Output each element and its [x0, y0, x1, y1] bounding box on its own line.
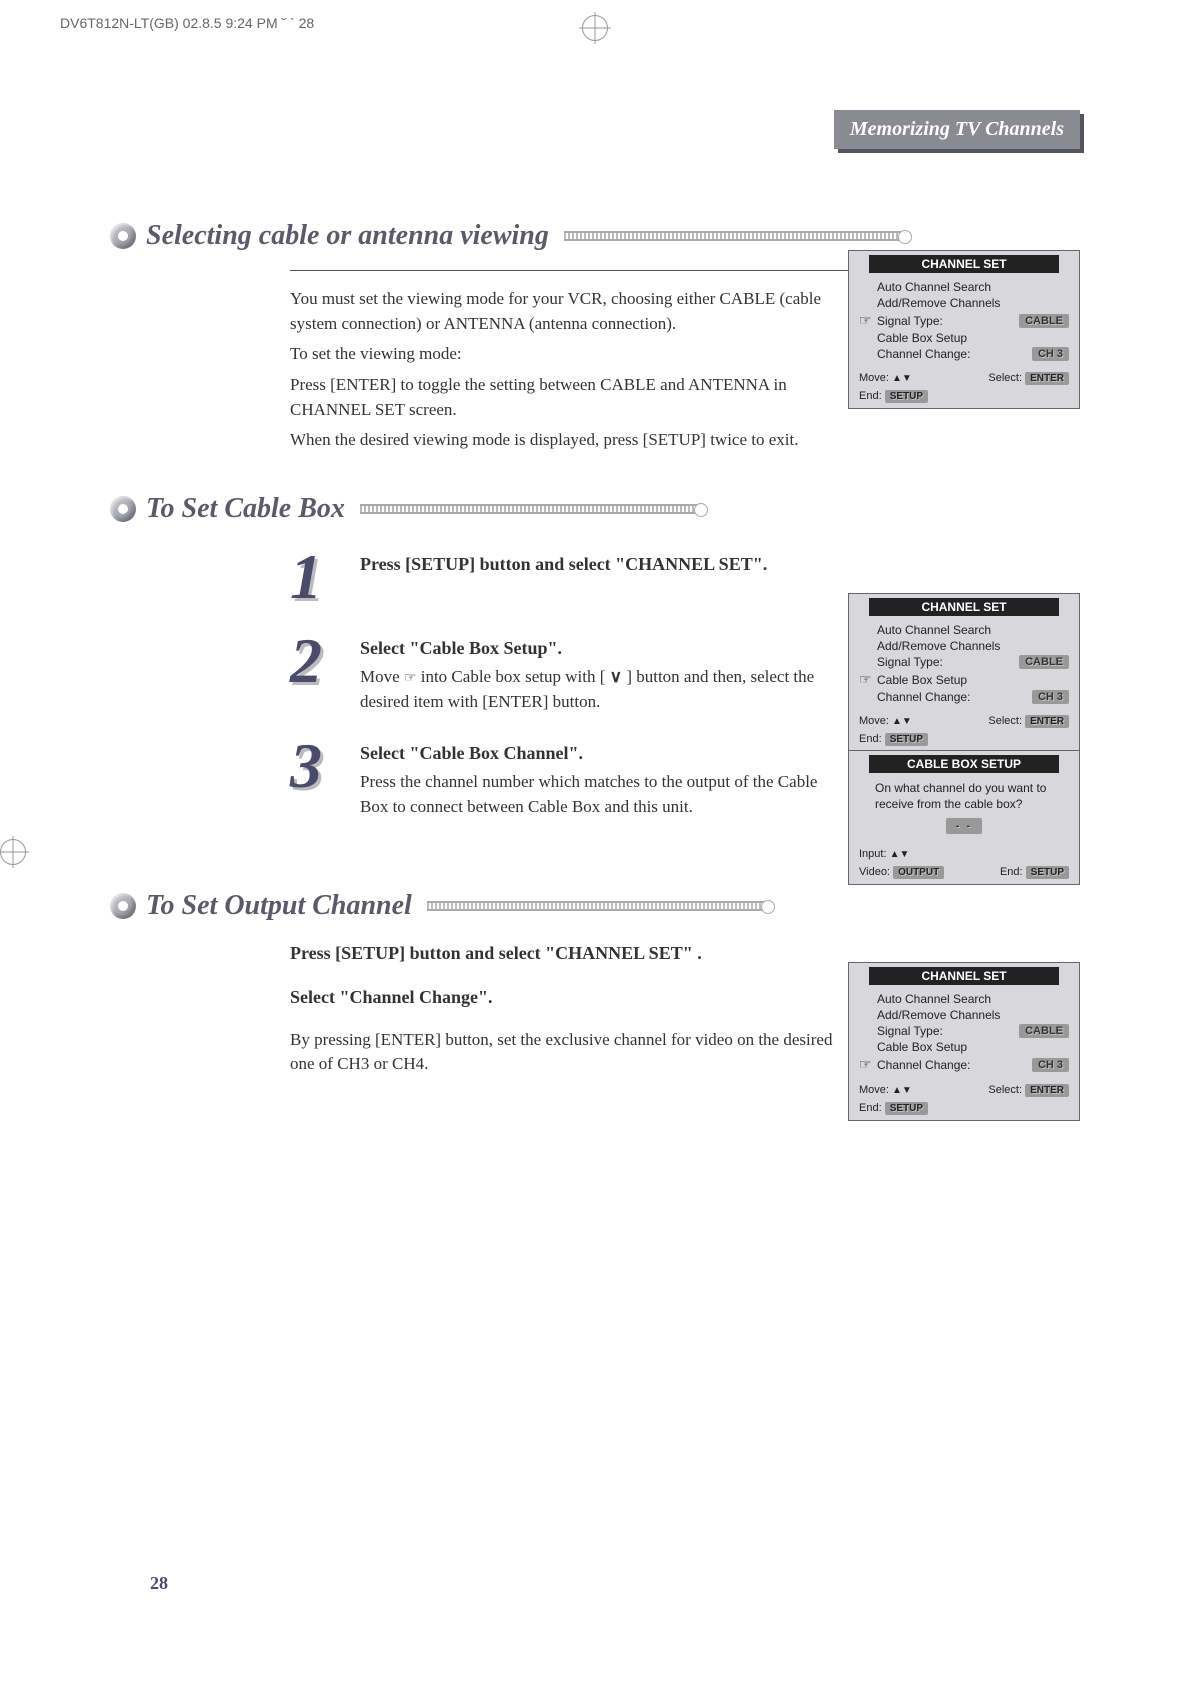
osd-footer-value: OUTPUT — [893, 866, 944, 879]
rule-decoration — [564, 231, 904, 241]
rule-decoration — [427, 901, 767, 911]
chapter-tag: Memorizing TV Channels — [834, 110, 1080, 149]
crop-mark-icon — [0, 839, 26, 865]
osd-item: Cable Box Setup — [877, 331, 1069, 345]
step: 3 Select "Cable Box Channel". Press the … — [290, 740, 1080, 819]
section-title: To Set Output Channel — [146, 890, 412, 922]
osd-title: CHANNEL SET — [869, 255, 1059, 273]
osd-title: CHANNEL SET — [869, 598, 1059, 616]
pointer-icon: ☞ — [859, 312, 877, 329]
paragraph-bold: Press [SETUP] button and select "CHANNEL… — [290, 940, 850, 966]
osd-value: CH 3 — [1032, 1058, 1069, 1072]
osd-item: Signal Type: — [877, 1024, 1019, 1038]
osd-footer-value: ENTER — [1025, 372, 1069, 385]
osd-value: CABLE — [1019, 314, 1069, 328]
osd-footer-label: Select: — [988, 1084, 1022, 1096]
osd-footer-label: Select: — [988, 372, 1022, 384]
section-heading: To Set Cable Box — [110, 493, 1080, 525]
updown-icon: ▲▼ — [892, 716, 912, 727]
osd-footer-label: Select: — [988, 715, 1022, 727]
step-heading: Press [SETUP] button and select "CHANNEL… — [360, 551, 850, 577]
step-body: Press the channel number which matches t… — [360, 770, 850, 819]
osd-item: Auto Channel Search — [877, 280, 1069, 294]
osd-footer-label: Move: — [859, 1084, 889, 1096]
paragraph-bold: Select "Channel Change". — [290, 984, 850, 1010]
osd-item: Add/Remove Channels — [877, 1008, 1069, 1022]
step: 2 Select "Cable Box Setup". Move ☞ into … — [290, 635, 1080, 714]
down-caret-icon: ∨ — [610, 667, 622, 686]
osd-item: Add/Remove Channels — [877, 296, 1069, 310]
bullet-icon — [110, 893, 136, 919]
rule-decoration — [360, 504, 700, 514]
osd-footer-label: Input: — [859, 848, 887, 860]
osd-footer-value: SETUP — [1026, 866, 1069, 879]
page-content: Memorizing TV Channels Selecting cable o… — [40, 50, 1150, 1654]
updown-icon: ▲▼ — [890, 849, 910, 860]
osd-footer-value: ENTER — [1025, 1084, 1069, 1097]
bullet-icon — [110, 223, 136, 249]
updown-icon: ▲▼ — [892, 1085, 912, 1096]
pointer-icon: ☞ — [859, 1056, 877, 1073]
step-number: 3 — [290, 734, 360, 798]
osd-value: CABLE — [1019, 1024, 1069, 1038]
section-title: Selecting cable or antenna viewing — [146, 220, 549, 252]
body-text: You must set the viewing mode for your V… — [290, 270, 860, 453]
osd-footer-value: ENTER — [1025, 715, 1069, 728]
osd-item: Channel Change: — [877, 347, 1032, 361]
osd-channel-set: CHANNEL SET Auto Channel Search Add/Remo… — [848, 962, 1080, 1121]
osd-item: Channel Change: — [877, 1058, 1032, 1072]
osd-channel-set: CHANNEL SET Auto Channel Search Add/Remo… — [848, 250, 1080, 409]
updown-icon: ▲▼ — [892, 373, 912, 384]
section-heading: To Set Output Channel — [110, 890, 1080, 922]
osd-title: CHANNEL SET — [869, 967, 1059, 985]
paragraph: Press [ENTER] to toggle the setting betw… — [290, 373, 860, 422]
hand-icon: ☞ — [404, 669, 417, 689]
osd-footer-label: Video: — [859, 866, 890, 878]
osd-item: Cable Box Setup — [877, 1040, 1069, 1054]
osd-value: - - — [946, 818, 982, 834]
osd-footer-label: Move: — [859, 372, 889, 384]
section-title: To Set Cable Box — [146, 493, 345, 525]
step-number: 1 — [290, 545, 360, 609]
osd-footer-value: SETUP — [885, 390, 928, 403]
osd-footer-label: Move: — [859, 715, 889, 727]
paragraph: By pressing [ENTER] button, set the excl… — [290, 1028, 850, 1077]
step-number: 2 — [290, 629, 360, 693]
osd-footer-value: SETUP — [885, 1102, 928, 1115]
print-job-header: DV6T812N-LT(GB) 02.8.5 9:24 PM ˘ ` 28 — [60, 15, 314, 31]
osd-footer-label: End: — [859, 390, 882, 402]
step-heading: Select "Cable Box Channel". — [360, 740, 850, 766]
page-number: 28 — [150, 1573, 168, 1594]
osd-footer-label: End: — [1000, 866, 1023, 878]
paragraph: To set the viewing mode: — [290, 342, 860, 367]
osd-value: CH 3 — [1032, 347, 1069, 361]
osd-item: Auto Channel Search — [877, 992, 1069, 1006]
osd-footer-label: End: — [859, 1102, 882, 1114]
step-body: Move ☞ into Cable box setup with [ ∨ ] b… — [360, 665, 850, 714]
section-heading: Selecting cable or antenna viewing — [110, 220, 1080, 252]
crop-mark-icon — [582, 15, 608, 41]
osd-item: Signal Type: — [877, 314, 1019, 328]
paragraph: You must set the viewing mode for your V… — [290, 287, 860, 336]
step-heading: Select "Cable Box Setup". — [360, 635, 850, 661]
paragraph: When the desired viewing mode is display… — [290, 428, 860, 453]
body-text: Press [SETUP] button and select "CHANNEL… — [290, 940, 850, 1077]
bullet-icon — [110, 496, 136, 522]
